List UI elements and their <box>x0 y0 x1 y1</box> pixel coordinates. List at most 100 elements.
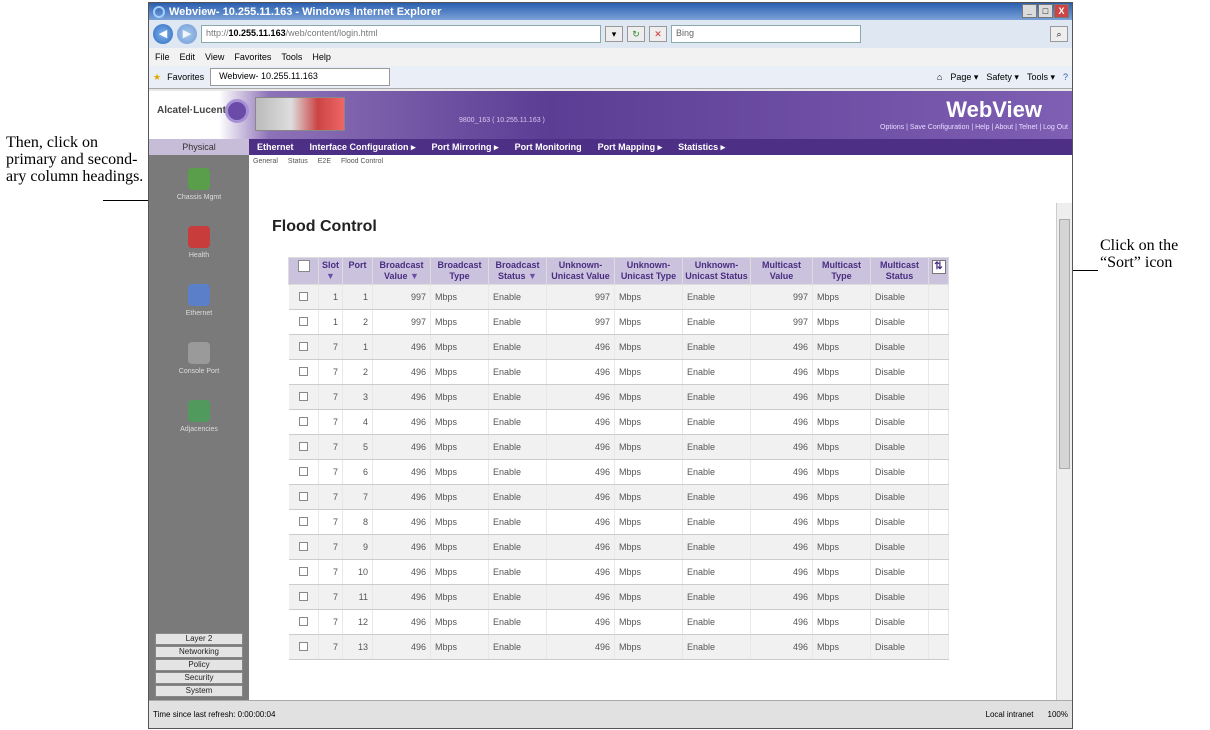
row-checkbox[interactable] <box>298 391 308 401</box>
forward-button[interactable]: ▶ <box>177 24 197 44</box>
row-checkbox[interactable] <box>298 491 308 501</box>
safety-menu[interactable]: Safety ▾ <box>986 72 1019 83</box>
title-bar: Webview- 10.255.11.163 - Windows Interne… <box>149 3 1072 20</box>
table-cell: Disable <box>870 509 929 535</box>
row-select-cell <box>288 409 319 435</box>
scrollbar-thumb[interactable] <box>1059 219 1070 469</box>
menu-edit[interactable]: Edit <box>180 52 196 62</box>
row-select-cell <box>288 334 319 360</box>
column-header[interactable]: Broadcast Value ▼ <box>372 257 431 285</box>
tab-physical[interactable]: Physical <box>149 139 249 155</box>
nav-port-monitoring[interactable]: Port Monitoring <box>507 142 590 152</box>
nav-port-mirroring[interactable]: Port Mirroring ▸ <box>424 142 507 153</box>
home-icon[interactable]: ⌂ <box>937 72 942 83</box>
table-cell: Enable <box>488 359 547 385</box>
search-field[interactable]: Bing <box>671 25 861 43</box>
column-header[interactable]: Broadcast Status ▼ <box>488 257 547 285</box>
subtab-e2e[interactable]: E2E <box>318 158 331 165</box>
row-checkbox[interactable] <box>298 591 308 601</box>
close-button[interactable]: X <box>1054 4 1069 18</box>
table-cell: 997 <box>546 284 615 310</box>
row-select-cell <box>288 484 319 510</box>
table-cell: Disable <box>870 309 929 335</box>
subtab-flood-control[interactable]: Flood Control <box>341 158 383 165</box>
row-checkbox[interactable] <box>298 291 308 301</box>
sidebar-item[interactable]: Ethernet <box>149 271 249 329</box>
table-cell: 496 <box>750 634 813 660</box>
column-header[interactable]: Unknown-Unicast Value <box>546 257 615 285</box>
sidebar-security[interactable]: Security <box>155 672 243 684</box>
row-select-cell <box>288 584 319 610</box>
header-links[interactable]: Options | Save Configuration | Help | Ab… <box>880 124 1068 131</box>
scrollbar[interactable] <box>1056 203 1072 703</box>
menu-favorites[interactable]: Favorites <box>234 52 271 62</box>
search-icon[interactable]: ⌕ <box>1050 26 1068 42</box>
row-checkbox[interactable] <box>298 366 308 376</box>
column-header[interactable]: Unknown-Unicast Type <box>614 257 683 285</box>
maximize-button[interactable]: □ <box>1038 4 1053 18</box>
annotation-column-headings: Then, click on primary and second- ary c… <box>6 134 144 185</box>
table-row: 7 2 496 Mbps Enable 496 Mbps Enable 496 Mbps Disab… <box>288 359 949 385</box>
row-checkbox[interactable] <box>298 316 308 326</box>
table-cell: 496 <box>546 559 615 585</box>
column-header[interactable]: Multicast Type <box>812 257 871 285</box>
row-checkbox[interactable] <box>298 541 308 551</box>
zoom-level[interactable]: 100% <box>1048 710 1068 719</box>
browser-tab[interactable]: Webview- 10.255.11.163 <box>210 68 391 86</box>
row-checkbox[interactable] <box>298 516 308 526</box>
row-checkbox[interactable] <box>298 441 308 451</box>
sidebar-item[interactable]: Chassis Mgmt <box>149 155 249 213</box>
menu-view[interactable]: View <box>205 52 224 62</box>
column-header[interactable]: Slot ▼ <box>318 257 343 285</box>
row-checkbox[interactable] <box>298 641 308 651</box>
column-header[interactable]: Port <box>342 257 373 285</box>
column-header[interactable]: Unknown-Unicast Status <box>682 257 751 285</box>
row-checkbox[interactable] <box>298 566 308 576</box>
sidebar-item[interactable]: Console Port <box>149 329 249 387</box>
sidebar-item-label: Console Port <box>178 367 220 375</box>
help-icon[interactable]: ? <box>1063 72 1068 83</box>
page-menu[interactable]: Page ▾ <box>950 72 978 83</box>
column-header[interactable]: Multicast Value <box>750 257 813 285</box>
nav-statistics[interactable]: Statistics ▸ <box>670 142 733 153</box>
nav-interface-configuration[interactable]: Interface Configuration ▸ <box>302 142 424 153</box>
back-button[interactable]: ◀ <box>153 24 173 44</box>
table-cell: 7 <box>318 584 343 610</box>
column-header-label: Multicast Type <box>821 260 861 281</box>
subtab-status[interactable]: Status <box>288 158 308 165</box>
menu-tools[interactable]: Tools <box>281 52 302 62</box>
column-header[interactable]: Broadcast Type <box>430 257 489 285</box>
table-cell: Enable <box>488 334 547 360</box>
minimize-button[interactable]: _ <box>1022 4 1037 18</box>
nav-ethernet[interactable]: Ethernet <box>249 142 302 152</box>
sidebar-networking[interactable]: Networking <box>155 646 243 658</box>
nav-port-mapping[interactable]: Port Mapping ▸ <box>590 142 671 153</box>
select-all-checkbox[interactable] <box>297 260 310 272</box>
sidebar-system[interactable]: System <box>155 685 243 697</box>
sort-icon[interactable]: ⇅ <box>931 260 946 274</box>
row-checkbox[interactable] <box>298 416 308 426</box>
sidebar-item[interactable]: Adjacencies <box>149 387 249 445</box>
table-cell: 7 <box>318 559 343 585</box>
menu-file[interactable]: File <box>155 52 170 62</box>
table-cell: Enable <box>488 484 547 510</box>
subtab-general[interactable]: General <box>253 158 278 165</box>
refresh-icon[interactable]: ↻ <box>627 26 645 42</box>
sidebar-item[interactable]: Health <box>149 213 249 271</box>
dropdown-icon[interactable]: ▾ <box>605 26 623 42</box>
url-field[interactable]: http://10.255.11.163/web/content/login.h… <box>201 25 601 43</box>
menu-help[interactable]: Help <box>312 52 331 62</box>
sidebar-layer2[interactable]: Layer 2 <box>155 633 243 645</box>
stop-icon[interactable]: ✕ <box>649 26 667 42</box>
table-cell: 10 <box>342 559 373 585</box>
table-cell: Enable <box>488 284 547 310</box>
row-checkbox[interactable] <box>298 341 308 351</box>
sidebar-policy[interactable]: Policy <box>155 659 243 671</box>
tools-menu[interactable]: Tools ▾ <box>1027 72 1055 83</box>
row-checkbox[interactable] <box>298 616 308 626</box>
star-icon[interactable]: ★ <box>153 72 161 83</box>
column-header[interactable]: Multicast Status <box>870 257 929 285</box>
favorites-button[interactable]: Favorites <box>167 72 204 82</box>
row-checkbox[interactable] <box>298 466 308 476</box>
table-cell: Enable <box>682 384 751 410</box>
